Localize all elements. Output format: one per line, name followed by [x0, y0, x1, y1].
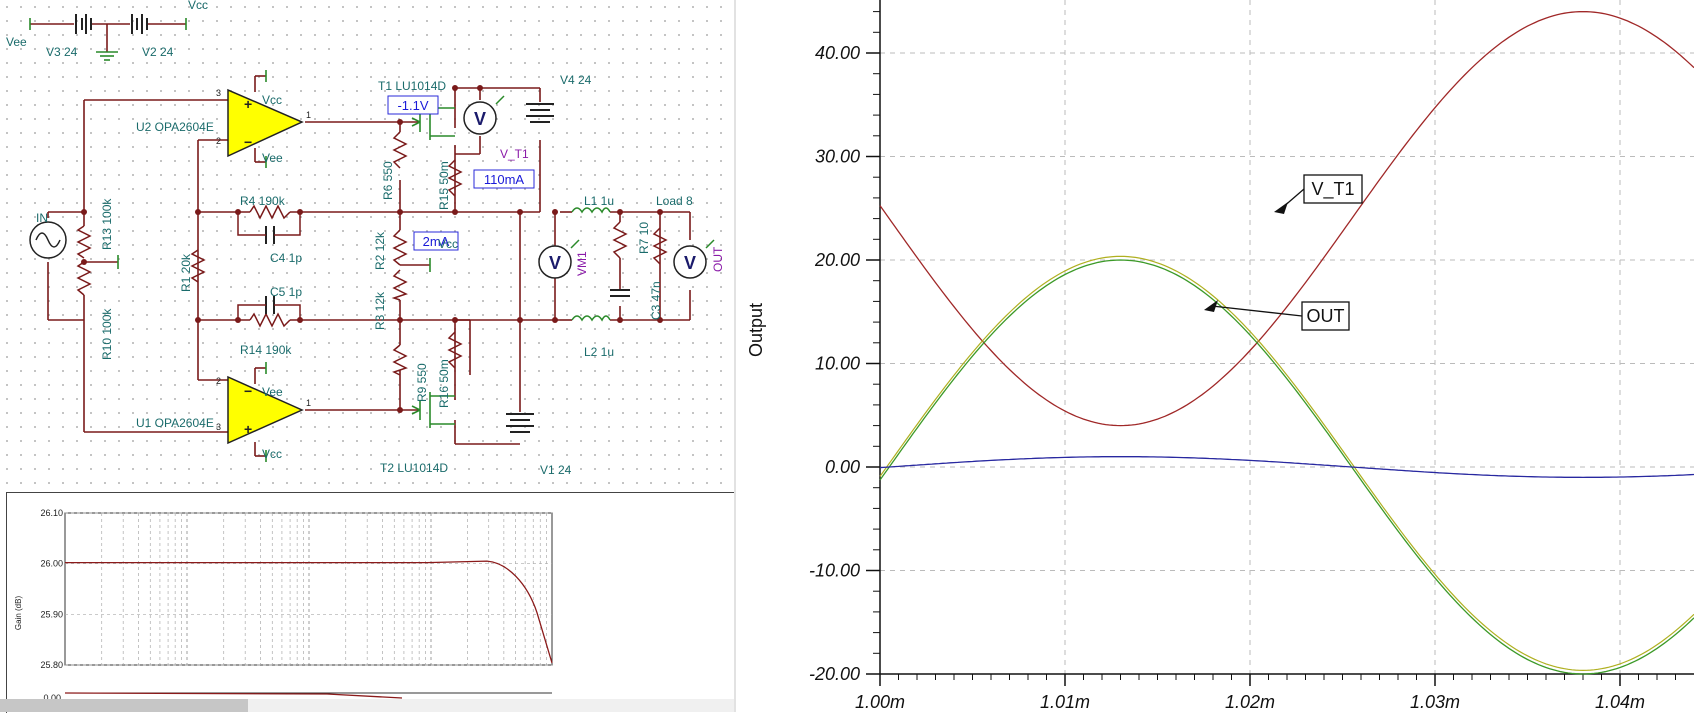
c5-label: C5 1p [270, 285, 302, 299]
transient-y-tick-label: 40.00 [815, 43, 860, 63]
u1-label: U1 OPA2604E [136, 416, 214, 430]
transient-x-tick-label: 1.04m [1595, 692, 1645, 712]
r9-label: R9 550 [415, 363, 429, 402]
u2-vee-label: Vee [262, 151, 283, 165]
v-t1-meter-label: V_T1 [500, 147, 529, 161]
r16-label: R16 50m [437, 359, 451, 408]
r13-label: R13 100k [100, 198, 114, 250]
vcc-top-label: Vcc [188, 0, 208, 12]
transient-x-tick-label: 1.01m [1040, 692, 1090, 712]
bode-phase-curve [64, 692, 403, 699]
bode-tick-label: 26.00 [40, 559, 63, 569]
vcc-mid-label: Vcc [438, 237, 458, 251]
bode-tick-label: 26.10 [40, 508, 63, 518]
u1-pin1: 1 [306, 398, 311, 408]
transient-y-tick-label: 20.00 [814, 250, 860, 270]
callout-out-arrow [1204, 300, 1218, 312]
vm1-meter-label: VM1 [575, 251, 589, 276]
v2-label: V2 24 [142, 45, 174, 59]
u2-minus-sign: − [244, 134, 252, 150]
schematic-svg: V V V -1.1V 110mA 2mA Vcc Vee V3 24 V2 2… [6, 0, 725, 477]
u1-pin3: 3 [216, 422, 221, 432]
u2-vcc-label: Vcc [262, 93, 282, 107]
u2-label: U2 OPA2604E [136, 120, 214, 134]
u1-plus-sign: + [244, 421, 252, 437]
transient-plot-svg: 40.00 30.00 20.00 10.00 0.00 -10.00 -20.00 1.0… [746, 0, 1694, 712]
transient-callouts: V_T1 OUT [1204, 174, 1363, 331]
c3-label: C3 47n [649, 281, 663, 320]
transient-axes [866, 0, 1694, 686]
bode-plot-svg: Gain (dB) 26.1026.0025.9025.80 0.00 [14, 508, 553, 703]
u1-minus-sign: − [244, 383, 252, 399]
bode-tick-labels: 26.10 26.00 25.90 25.80 [40, 508, 63, 670]
r2-label: R2 12k [373, 231, 387, 270]
drain-current-readout: 110mA [484, 172, 525, 187]
t2-label: T2 LU1014D [380, 461, 448, 475]
bode-frame [64, 512, 553, 666]
callout-v-t1-arrow [1274, 202, 1288, 214]
c4-label: C4 1p [270, 251, 302, 265]
u2-pin1: 1 [306, 110, 311, 120]
transient-y-tick-label: -10.00 [809, 561, 860, 581]
transient-x-tick-label: 1.02m [1225, 692, 1275, 712]
u2-plus-sign: + [244, 96, 252, 112]
voltmeter-out-letter: V [684, 253, 696, 273]
u1-vee-label: Vee [262, 385, 283, 399]
transient-plot-panel[interactable]: 40.00 30.00 20.00 10.00 0.00 -10.00 -20.00 1.0… [736, 0, 1694, 712]
r14-label: R14 190k [240, 343, 292, 357]
bode-y-label: Gain (dB) [14, 596, 23, 631]
horizontal-scrollbar-thumb[interactable] [0, 699, 248, 712]
l1-label: L1 1u [584, 194, 614, 208]
v1-label: V1 24 [540, 463, 572, 477]
u1-pin2: 2 [216, 376, 221, 386]
r3-label: R3 12k [373, 291, 387, 330]
voltmeter-vm1-letter: V [549, 253, 561, 273]
u2-pin3: 3 [216, 88, 221, 98]
out-meter-label: OUT [711, 246, 725, 272]
v4-label: V4 24 [560, 73, 592, 87]
vee-top-label: Vee [6, 35, 27, 49]
load-label: Load 8 [656, 194, 693, 208]
callout-v-t1-text: V_T1 [1311, 179, 1354, 200]
transient-x-tick-label: 1.00m [855, 692, 905, 712]
bode-plot-panel[interactable]: Gain (dB) 26.10 26.00 25.90 25.80 0.00 [6, 492, 735, 713]
transient-y-label: Output [746, 303, 766, 357]
transient-series [879, 10, 1694, 675]
r4-label: R4 190k [240, 194, 286, 208]
transient-x-ticks: 1.00m 1.01m 1.02m 1.03m 1.04m [855, 692, 1645, 712]
callout-out-text: OUT [1307, 306, 1345, 326]
transient-y-tick-label: 0.00 [825, 457, 860, 477]
v3-label: V3 24 [46, 45, 78, 59]
l2-label: L2 1u [584, 345, 614, 359]
r6-label: R6 550 [381, 161, 395, 200]
t1-label: T1 LU1014D [378, 79, 446, 93]
bode-tick-label: 25.90 [40, 609, 63, 619]
gate-voltage-readout: -1.1V [397, 98, 428, 113]
transient-y-tick-label: 10.00 [815, 354, 860, 374]
transient-grid [879, 0, 1694, 675]
series-out-line-b [879, 255, 1694, 672]
transient-x-tick-label: 1.03m [1410, 692, 1460, 712]
r10-label: R10 100k [100, 308, 114, 360]
r15-label: R15 50m [437, 161, 451, 210]
transient-y-ticks: 40.00 30.00 20.00 10.00 0.00 -10.00 -20.00 [809, 43, 860, 684]
bode-grid [64, 512, 553, 694]
bode-gain-curve [65, 560, 553, 664]
voltmeter-vt1-letter: V [474, 109, 486, 129]
r1-label: R1 20k [179, 253, 193, 292]
r7-label: R7 10 [637, 222, 651, 254]
schematic-canvas[interactable]: V V V -1.1V 110mA 2mA Vcc Vee V3 24 V2 2… [0, 0, 734, 492]
transient-y-tick-label: 30.00 [815, 147, 860, 167]
bode-tick-label: 25.80 [40, 660, 63, 670]
u2-pin2: 2 [216, 136, 221, 146]
in-label: IN [36, 211, 48, 225]
transient-y-tick-label: -20.00 [809, 664, 860, 684]
u1-vcc-label: Vcc [262, 447, 282, 461]
